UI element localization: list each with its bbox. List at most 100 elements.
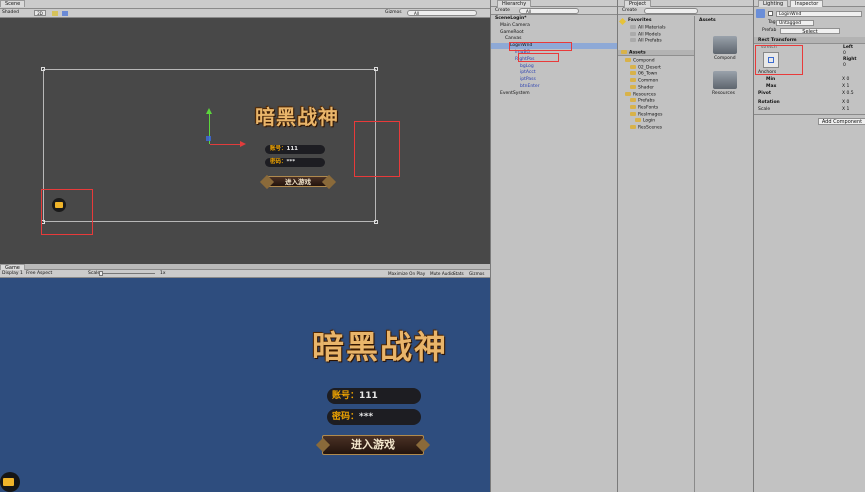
scene-view[interactable]: Scene Shaded 2D Gizmos All 暗黑战神 账号：111 密… — [0, 0, 490, 264]
gizmos-dropdown[interactable]: Gizmos — [385, 10, 402, 15]
project-folder-label: Login — [643, 118, 656, 124]
object-name-field[interactable]: LoginWnd — [776, 11, 862, 17]
password-label: 密码： — [332, 412, 360, 422]
gizmo-x-arrow[interactable] — [240, 141, 246, 147]
mute-audio-toggle[interactable]: Mute Audio — [430, 271, 454, 276]
search-icon — [630, 38, 636, 42]
project-folder[interactable]: Prefabs — [618, 98, 655, 104]
project-folder[interactable]: 02_Desert — [618, 64, 661, 71]
light-icon[interactable] — [52, 11, 58, 16]
project-folder[interactable]: Compond — [618, 58, 655, 64]
hierarchy-item[interactable]: SceneLogin* — [491, 16, 618, 22]
project-folder[interactable]: Login — [618, 118, 655, 124]
scale-label: Scale — [758, 107, 771, 112]
folder-icon[interactable] — [713, 36, 737, 54]
left-value[interactable]: 0 — [843, 51, 846, 56]
inspector-panel: Lighting Inspector LoginWnd Tag Untagged… — [753, 0, 865, 492]
hierarchy-tab-bar: Hierarchy — [491, 0, 618, 7]
shading-dropdown[interactable]: Shaded — [2, 10, 19, 15]
tab-hierarchy[interactable]: Hierarchy — [497, 0, 532, 7]
game-account-field[interactable]: 账号：111 — [327, 388, 421, 404]
hierarchy-search-input[interactable]: All — [519, 8, 579, 14]
game-password-field[interactable]: 密码：*** — [327, 409, 421, 425]
tab-inspector[interactable]: Inspector — [790, 0, 824, 7]
min-x-value[interactable]: X 0 — [842, 77, 849, 82]
scale-x-value[interactable]: X 1 — [842, 107, 849, 112]
canvas-corner-handle[interactable] — [374, 220, 378, 224]
max-x-value[interactable]: X 1 — [842, 84, 849, 89]
scale-slider-thumb[interactable] — [99, 271, 103, 276]
hierarchy-item[interactable]: Main Camera — [491, 23, 618, 29]
project-folder[interactable]: Shader — [618, 84, 654, 91]
hierarchy-item[interactable]: btnEnter — [491, 84, 618, 90]
project-folder[interactable]: ResImages — [618, 111, 662, 118]
pivot-x-value[interactable]: X 0.5 — [842, 91, 854, 96]
game-view[interactable]: Game Display 1 Free Aspect Scale 1x Maxi… — [0, 264, 490, 492]
tab-lighting[interactable]: Lighting — [758, 0, 789, 7]
rotation-x: 0 — [846, 100, 850, 105]
gizmo-y-arrow[interactable] — [206, 108, 212, 114]
pivot-label: Pivot — [758, 91, 772, 96]
gizmo-plane-handle[interactable] — [206, 136, 211, 141]
project-folder-label: ResFonts — [638, 105, 659, 111]
tab-scene[interactable]: Scene — [0, 0, 26, 7]
right-value[interactable]: 0 — [843, 63, 846, 68]
grid-item-label[interactable]: Compond — [714, 56, 736, 61]
scene-enter-button[interactable]: 进入游戏 — [266, 176, 330, 187]
tab-project[interactable]: Project — [624, 0, 652, 7]
grid-item-label[interactable]: Resources — [712, 91, 735, 96]
maximize-on-play-toggle[interactable]: Maximize On Play — [388, 271, 425, 276]
add-component-button[interactable]: Add Component — [818, 118, 865, 125]
search-icon — [630, 31, 636, 36]
game-book-icon-bg[interactable] — [0, 472, 20, 492]
scene-password-field[interactable]: 密码：*** — [265, 158, 325, 167]
mode-2d-toggle[interactable]: 2D — [34, 10, 46, 16]
folder-icon — [625, 91, 631, 96]
prefab-select-button[interactable]: Select — [780, 28, 840, 35]
audio-icon[interactable] — [62, 11, 68, 16]
hierarchy-item[interactable]: GameRoot — [491, 30, 618, 36]
folder-icon — [630, 64, 636, 69]
rect-transform-header[interactable]: Rect Transform — [754, 37, 865, 44]
project-folder[interactable]: 06_Town — [618, 71, 657, 77]
display-dropdown[interactable]: Display 1 — [2, 271, 23, 276]
hierarchy-item[interactable]: bgLog — [491, 64, 618, 70]
scene-search-input[interactable]: All — [407, 10, 477, 16]
tag-value: Untagged — [779, 21, 802, 26]
gizmo-x-axis[interactable] — [210, 144, 242, 145]
folder-icon — [630, 78, 636, 83]
stats-toggle[interactable]: Stats — [453, 271, 464, 276]
project-folder[interactable]: Resources — [618, 91, 656, 98]
hierarchy-item[interactable]: iptAcct — [491, 70, 618, 76]
assets-header[interactable]: Assets — [618, 50, 694, 56]
tag-dropdown[interactable]: Untagged — [776, 20, 814, 26]
project-folder-label: Shader — [638, 85, 654, 91]
project-folder-label: Prefabs — [638, 98, 655, 104]
folder-icon — [630, 71, 636, 76]
project-search-input[interactable] — [644, 8, 698, 14]
rotation-x-value[interactable]: X 0 — [842, 100, 849, 105]
right-label: Right — [843, 57, 857, 62]
game-enter-button[interactable]: 进入游戏 — [322, 435, 424, 455]
game-gizmos-dropdown[interactable]: Gizmos — [469, 271, 484, 276]
scene-account-field[interactable]: 账号：111 — [265, 145, 325, 154]
hierarchy-item[interactable]: EventSystem — [491, 91, 618, 97]
favorites-header[interactable]: Favorites — [618, 17, 652, 26]
project-create-button[interactable]: Create — [622, 8, 637, 13]
hierarchy-item[interactable]: iptPass — [491, 77, 618, 83]
project-folder[interactable]: ResFonts — [618, 104, 659, 111]
project-folder[interactable]: ResScenes — [618, 125, 662, 131]
folder-icon[interactable] — [713, 71, 737, 89]
favorites-item[interactable]: All Prefabs — [618, 38, 662, 44]
aspect-dropdown[interactable]: Free Aspect — [26, 271, 52, 276]
active-checkbox[interactable] — [768, 11, 773, 16]
favorites-item[interactable]: All Models — [618, 31, 661, 38]
scale-slider[interactable] — [100, 273, 155, 274]
hierarchy-create-button[interactable]: Create — [495, 8, 510, 13]
project-folder[interactable]: Common — [618, 78, 658, 84]
canvas-corner-handle[interactable] — [374, 67, 378, 71]
favorites-item[interactable]: All Materials — [618, 25, 666, 31]
canvas-corner-handle[interactable] — [41, 67, 45, 71]
hierarchy-toolbar: Create All — [491, 7, 618, 15]
account-label: 账号： — [270, 146, 287, 152]
